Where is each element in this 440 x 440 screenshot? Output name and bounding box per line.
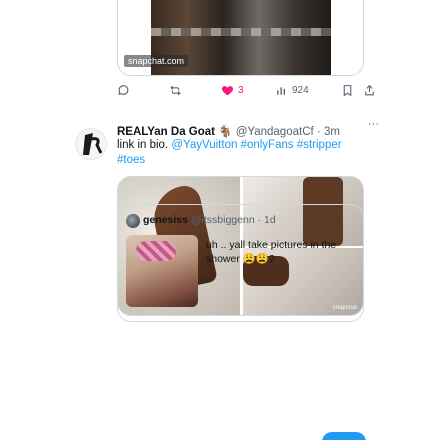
- separator-dot: ·: [257, 214, 262, 226]
- more-options-icon[interactable]: ···: [368, 118, 379, 130]
- share-icon: [365, 84, 374, 95]
- quoted-time[interactable]: 1d: [264, 214, 276, 226]
- avatar[interactable]: [75, 128, 107, 160]
- mention-link[interactable]: @YayVuitton: [171, 139, 237, 151]
- quoted-text: uh .. yall take pictures in the shower 😩…: [206, 239, 337, 265]
- quoted-header: genesiss @itssbiggenn · 1d: [143, 214, 276, 226]
- views-button[interactable]: 924: [275, 84, 309, 97]
- tweet-time[interactable]: 3m: [324, 126, 340, 138]
- views-count: 924: [292, 84, 309, 96]
- heart-icon: [221, 85, 234, 95]
- views-icon: [277, 86, 286, 95]
- hashtag-stripper[interactable]: #stripper: [297, 139, 342, 151]
- tweet-text: link in bio. @YayVuitton #onlyFans #stri…: [117, 138, 377, 167]
- retweet-button[interactable]: [169, 84, 186, 97]
- author-emoji: 🐐: [218, 126, 233, 138]
- compose-button[interactable]: [322, 432, 366, 440]
- like-button[interactable]: 3: [221, 84, 244, 97]
- bookmark-button[interactable]: [341, 84, 354, 97]
- author-handle[interactable]: @YandagoatCf: [236, 126, 314, 138]
- bookmark-icon: [343, 84, 352, 96]
- author-name[interactable]: REALYan Da Goat: [117, 126, 215, 138]
- hashtag-onlyfans[interactable]: #onlyFans: [241, 139, 294, 151]
- share-button[interactable]: [363, 84, 376, 97]
- reply-icon: [118, 84, 129, 95]
- like-count: 3: [238, 84, 244, 96]
- quoted-media-thumbnail[interactable]: [126, 235, 198, 307]
- reply-button[interactable]: [117, 84, 134, 97]
- tweet-text-plain: link in bio.: [117, 139, 169, 151]
- quoted-avatar[interactable]: [126, 214, 140, 228]
- quoted-tweet[interactable]: genesiss @itssbiggenn · 1d uh .. yall ta…: [117, 204, 364, 322]
- hashtag-toes[interactable]: #toes: [117, 154, 145, 166]
- quoted-handle[interactable]: @itssbiggenn: [191, 214, 255, 226]
- quoted-author-name[interactable]: genesiss: [143, 214, 188, 226]
- retweet-icon: [170, 85, 181, 95]
- tweet-action-bar: 3 924: [117, 82, 379, 98]
- previous-tweet-media[interactable]: snapchat.com: [117, 0, 364, 76]
- avatar-logo-icon: [83, 133, 103, 155]
- separator-dot: ·: [316, 126, 321, 138]
- snapchat-badge: snapchat.com: [124, 55, 189, 67]
- tweet-header: REALYan Da Goat 🐐 @YandagoatCf · 3m: [117, 124, 387, 138]
